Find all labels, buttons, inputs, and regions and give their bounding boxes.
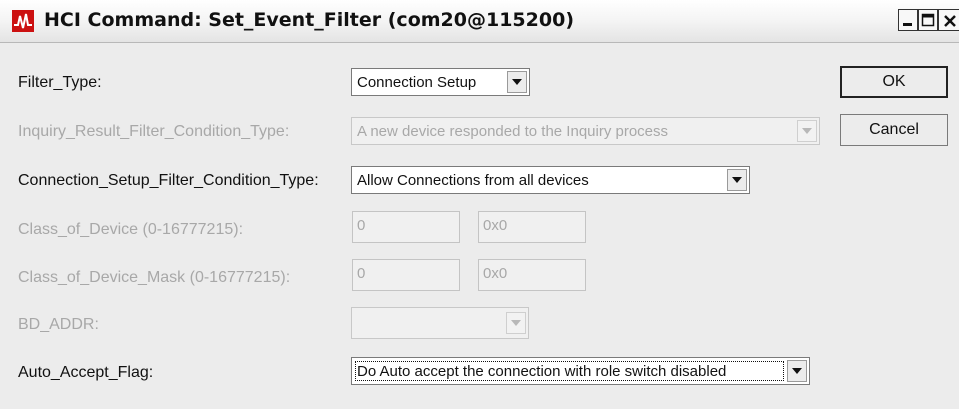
class-of-device-mask-label: Class_of_Device_Mask (0-16777215): xyxy=(18,269,291,286)
ok-button[interactable]: OK xyxy=(840,66,948,98)
class-of-device-mask-decimal-input[interactable]: 0 xyxy=(352,259,460,291)
title-bar[interactable]: HCI Command: Set_Event_Filter (com20@115… xyxy=(0,0,959,43)
filter-type-value: Connection Setup xyxy=(357,74,477,91)
chevron-down-icon xyxy=(802,128,812,134)
filter-type-select[interactable]: Connection Setup xyxy=(351,68,530,96)
class-of-device-label: Class_of_Device (0-16777215): xyxy=(18,221,244,238)
dialog-window: HCI Command: Set_Event_Filter (com20@115… xyxy=(0,0,959,409)
connection-condition-dropdown-button[interactable] xyxy=(727,169,747,191)
class-of-device-mask-hex-value: 0x0 xyxy=(483,265,508,282)
class-of-device-hex-value: 0x0 xyxy=(483,217,508,234)
chevron-down-icon xyxy=(732,177,742,183)
bd-addr-dropdown-button[interactable] xyxy=(506,312,526,334)
chevron-down-icon xyxy=(792,368,802,374)
minimize-button[interactable] xyxy=(898,9,918,31)
close-icon xyxy=(944,15,956,27)
close-button[interactable] xyxy=(938,9,959,31)
window-title: HCI Command: Set_Event_Filter (com20@115… xyxy=(44,9,574,31)
inquiry-condition-value: A new device responded to the Inquiry pr… xyxy=(357,123,669,140)
chevron-down-icon xyxy=(512,79,522,85)
auto-accept-value: Do Auto accept the connection with role … xyxy=(357,363,727,380)
class-of-device-mask-hex-input[interactable]: 0x0 xyxy=(478,259,586,291)
inquiry-condition-select[interactable]: A new device responded to the Inquiry pr… xyxy=(351,117,820,145)
cancel-button[interactable]: Cancel xyxy=(840,114,948,146)
chevron-down-icon xyxy=(511,320,521,326)
class-of-device-decimal-input[interactable]: 0 xyxy=(352,211,460,243)
filter-type-dropdown-button[interactable] xyxy=(507,71,527,93)
auto-accept-dropdown-button[interactable] xyxy=(787,360,807,382)
class-of-device-decimal-value: 0 xyxy=(357,217,366,234)
bd-addr-select[interactable] xyxy=(351,307,529,339)
maximize-button[interactable] xyxy=(918,9,938,31)
class-of-device-mask-decimal-value: 0 xyxy=(357,265,366,282)
connection-condition-select[interactable]: Allow Connections from all devices xyxy=(351,166,750,194)
app-logo-icon xyxy=(12,10,34,32)
connection-condition-label: Connection_Setup_Filter_Condition_Type: xyxy=(18,172,319,189)
inquiry-condition-label: Inquiry_Result_Filter_Condition_Type: xyxy=(18,123,290,140)
auto-accept-select[interactable]: Do Auto accept the connection with role … xyxy=(351,357,810,385)
inquiry-condition-dropdown-button[interactable] xyxy=(797,120,817,142)
connection-condition-value: Allow Connections from all devices xyxy=(357,172,589,189)
minimize-icon xyxy=(903,23,912,26)
maximize-icon xyxy=(921,13,935,27)
bd-addr-label: BD_ADDR: xyxy=(18,316,99,333)
auto-accept-label: Auto_Accept_Flag: xyxy=(18,364,154,381)
filter-type-label: Filter_Type: xyxy=(18,74,102,91)
class-of-device-hex-input[interactable]: 0x0 xyxy=(478,211,586,243)
